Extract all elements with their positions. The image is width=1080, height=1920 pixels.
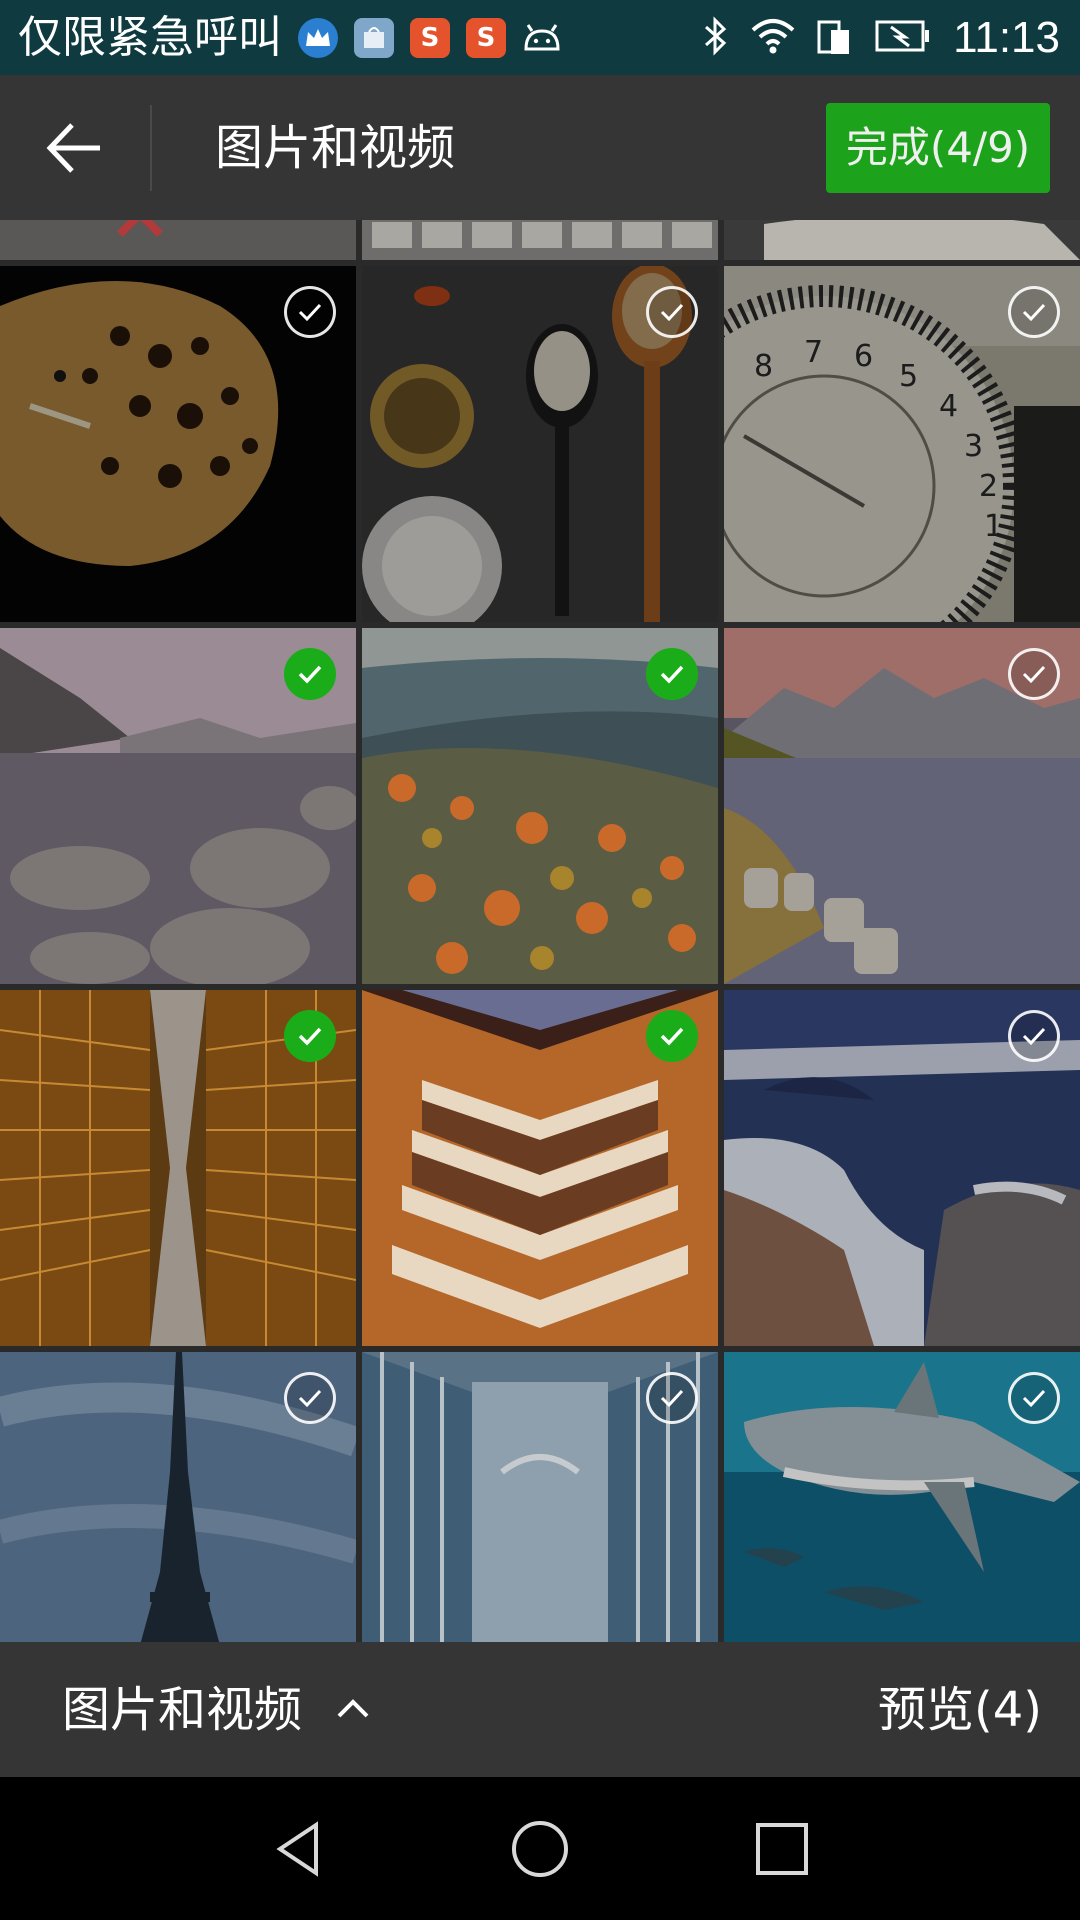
clock: 11:13 (953, 13, 1060, 62)
bottom-bar: 图片和视频 预览(4) (0, 1642, 1080, 1777)
caret-up-icon[interactable] (335, 1690, 371, 1726)
nav-home-icon[interactable] (510, 1819, 570, 1879)
grid-cell-shark[interactable] (724, 1352, 1080, 1642)
select-checkbox[interactable] (1008, 648, 1060, 700)
select-checkbox[interactable] (646, 286, 698, 338)
grid-cell-stairs[interactable] (362, 990, 718, 1346)
grid-cell-spices[interactable] (362, 266, 718, 622)
divider (150, 105, 152, 191)
system-nav-bar (0, 1777, 1080, 1920)
select-checkbox[interactable] (646, 1010, 698, 1062)
select-checkbox[interactable] (1008, 1372, 1060, 1424)
android-icon (522, 18, 562, 58)
done-button[interactable]: 完成(4/9) (826, 103, 1050, 193)
crown-app-icon (298, 18, 338, 58)
select-checkbox[interactable] (1008, 1010, 1060, 1062)
bluetooth-icon (703, 16, 729, 60)
nav-recents-icon[interactable] (752, 1819, 812, 1879)
grid-cell-camera-dial[interactable]: 87654321 (724, 266, 1080, 622)
battery-charging-icon (875, 19, 931, 57)
status-left: 仅限紧急呼叫 S S (18, 10, 562, 66)
store-app-icon (354, 18, 394, 58)
grid-cell-mountain-lake[interactable] (0, 628, 356, 984)
app-bar: 图片和视频 完成(4/9) (0, 75, 1080, 220)
grid-cell-crater-lake[interactable] (724, 990, 1080, 1346)
media-grid: 87654321 (0, 220, 1080, 1642)
select-checkbox[interactable] (284, 286, 336, 338)
select-checkbox[interactable] (284, 1010, 336, 1062)
select-checkbox[interactable] (646, 1372, 698, 1424)
grid-cell-partial[interactable] (724, 220, 1080, 260)
grid-cell-autumn-valley[interactable] (362, 628, 718, 984)
select-checkbox[interactable] (284, 1372, 336, 1424)
grid-cell-glass-corridor[interactable] (362, 1352, 718, 1642)
arrow-left-icon[interactable] (42, 115, 108, 181)
sim-icon (817, 16, 853, 60)
status-right: 11:13 (703, 10, 1060, 66)
sogou-s-icon: S (466, 18, 506, 58)
grid-cell-leopard[interactable] (0, 266, 356, 622)
grid-cell-skyscrapers[interactable] (0, 990, 356, 1346)
status-bar: 仅限紧急呼叫 S S 11:13 (0, 0, 1080, 75)
grid-cell-alpine-lake[interactable] (724, 628, 1080, 984)
nav-back-icon[interactable] (270, 1819, 330, 1879)
grid-cell-partial[interactable] (362, 220, 718, 260)
carrier-text: 仅限紧急呼叫 (18, 12, 282, 63)
grid-cell-eiffel-tower[interactable] (0, 1352, 356, 1642)
select-checkbox[interactable] (284, 648, 336, 700)
sogou-s-icon: S (410, 18, 450, 58)
album-selector[interactable]: 图片和视频 (62, 1680, 302, 1740)
page-title: 图片和视频 (215, 120, 456, 176)
select-checkbox[interactable] (1008, 286, 1060, 338)
preview-button[interactable]: 预览(4) (878, 1680, 1042, 1740)
select-checkbox[interactable] (646, 648, 698, 700)
wifi-icon (751, 18, 795, 58)
grid-cell-partial[interactable] (0, 220, 356, 260)
